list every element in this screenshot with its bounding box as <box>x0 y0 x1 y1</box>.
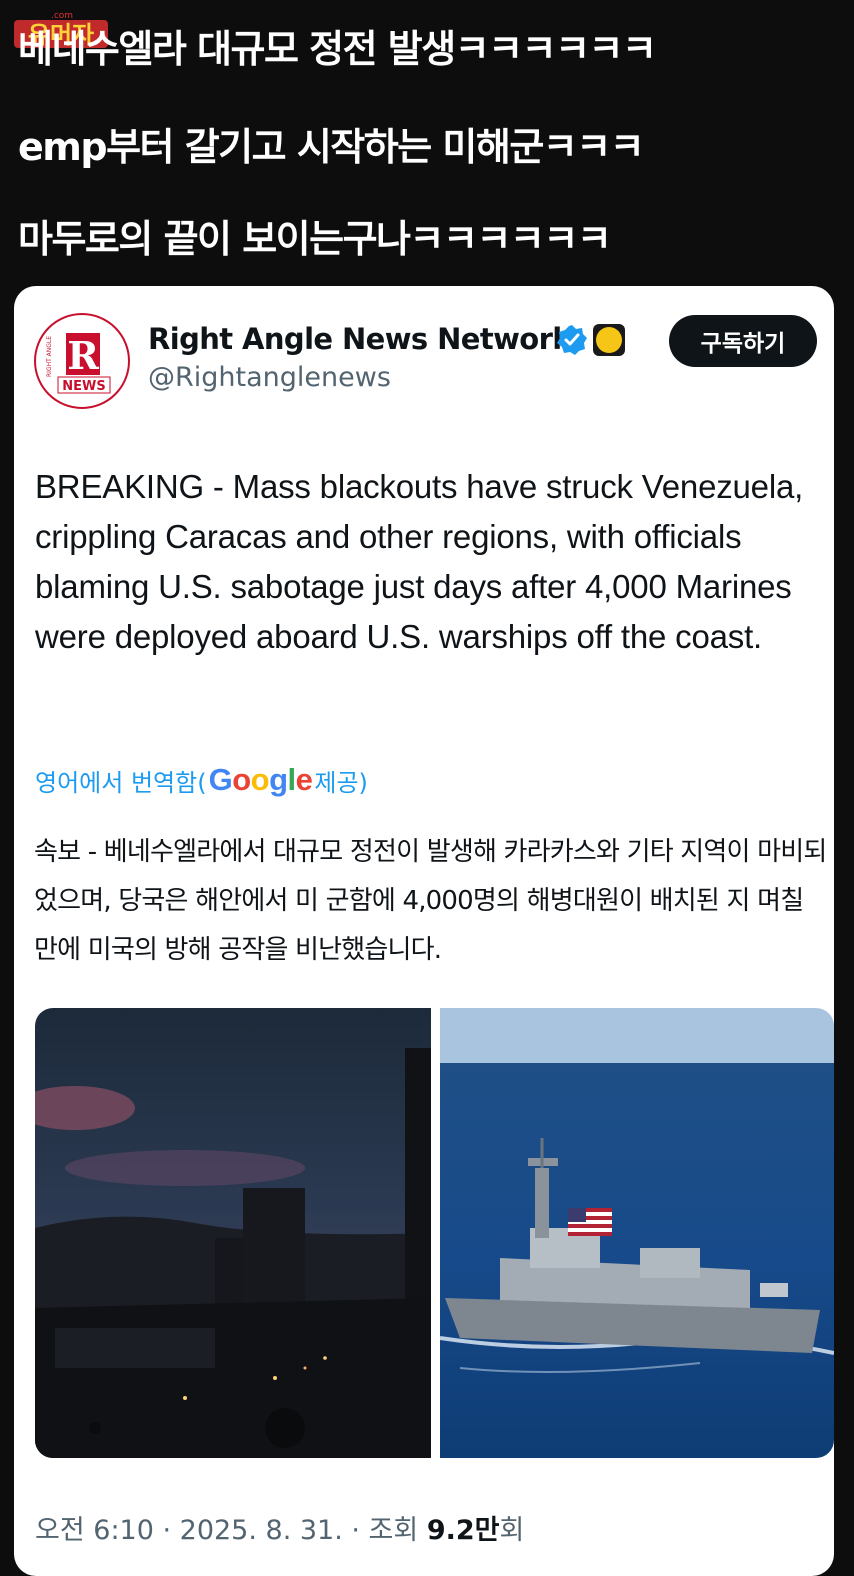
us-flag-icon <box>568 1208 612 1236</box>
yellow-circle-emoji-icon <box>592 323 626 357</box>
google-brand-label: Google <box>208 762 313 797</box>
translation-suffix: 제공) <box>314 768 368 797</box>
verified-badge-icon <box>556 324 588 356</box>
view-count-suffix: 회 <box>499 1515 525 1546</box>
account-avatar[interactable]: R RIGHT ANGLE NEWS <box>34 313 130 409</box>
svg-text:R: R <box>67 333 99 378</box>
tweet-metadata: 오전 6:10 · 2025. 8. 31. · 조회 9.2만회 <box>35 1508 524 1547</box>
post-title-line-1: 베네수엘라 대규모 정전 발생ㅋㅋㅋㅋㅋㅋ <box>18 27 657 71</box>
svg-text:NEWS: NEWS <box>62 379 105 394</box>
translated-body-text: 속보 - 베네수엘라에서 대규모 정전이 발생해 카라카스와 기타 지역이 마비… <box>34 837 827 965</box>
tweet-timestamp: 오전 6:10 · 2025. 8. 31. · 조회 <box>35 1515 427 1546</box>
account-handle[interactable]: @Rightanglenews <box>148 362 391 393</box>
post-title-line-2: emp부터 갈기고 시작하는 미해군ㅋㅋㅋ <box>18 125 645 169</box>
tweet-photo-dark-city[interactable] <box>35 1008 431 1458</box>
account-display-name[interactable]: Right Angle News Network <box>148 322 572 356</box>
tweet-photo-warship[interactable] <box>440 1008 834 1458</box>
tweet-body-text: BREAKING - Mass blackouts have struck Ve… <box>35 468 804 655</box>
embedded-tweet-card[interactable]: R RIGHT ANGLE NEWS Right Angle News Netw… <box>14 286 834 1576</box>
translation-attribution[interactable]: 영어에서 번역함( Google 제공) <box>35 762 368 798</box>
subscribe-button[interactable]: 구독하기 <box>669 315 817 367</box>
svg-text:RIGHT ANGLE: RIGHT ANGLE <box>46 336 53 377</box>
translation-prefix: 영어에서 번역함( <box>35 768 207 797</box>
view-count: 9.2만 <box>426 1515 500 1546</box>
post-title-line-3: 마두로의 끝이 보이는구나ㅋㅋㅋㅋㅋㅋ <box>18 217 612 261</box>
